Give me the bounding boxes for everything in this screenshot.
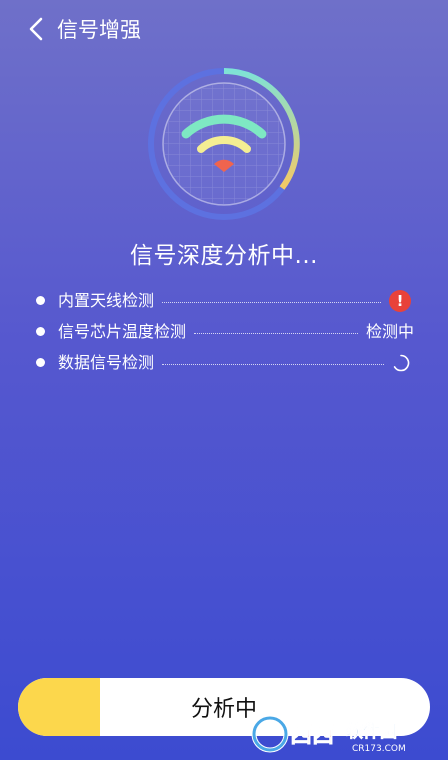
bullet-icon — [36, 327, 45, 336]
check-list: 内置天线检测 ! 信号芯片温度检测 检测中 数据信号检测 — [34, 285, 414, 378]
dotted-leader — [162, 364, 384, 365]
spinner-icon — [393, 354, 410, 371]
chevron-left-icon — [29, 17, 43, 41]
analysis-status-text: 信号深度分析中... — [130, 243, 318, 269]
watermark-logo: 西西 软件园 CR173.COM — [248, 712, 444, 756]
bullet-icon — [36, 358, 45, 367]
check-label-chip-temp: 信号芯片温度检测 — [58, 321, 187, 341]
list-item: 信号芯片温度检测 检测中 — [34, 316, 414, 347]
page-title: 信号增强 — [57, 18, 141, 42]
check-label-antenna: 内置天线检测 — [58, 290, 155, 310]
check-status-text: 检测中 — [365, 321, 414, 341]
dotted-leader — [162, 302, 381, 303]
list-item: 内置天线检测 ! — [34, 285, 414, 316]
dotted-leader — [194, 333, 358, 334]
signal-gauge — [146, 66, 302, 222]
svg-text:软件园: 软件园 — [346, 721, 397, 742]
bullet-icon — [36, 296, 45, 305]
top-bar: 信号增强 — [0, 0, 448, 60]
back-button[interactable] — [22, 14, 52, 44]
warning-icon: ! — [389, 289, 411, 312]
list-item: 数据信号检测 — [34, 347, 414, 378]
svg-text:CR173.COM: CR173.COM — [352, 744, 406, 754]
svg-text:西西: 西西 — [290, 723, 334, 748]
check-label-data-signal: 数据信号检测 — [58, 352, 155, 372]
